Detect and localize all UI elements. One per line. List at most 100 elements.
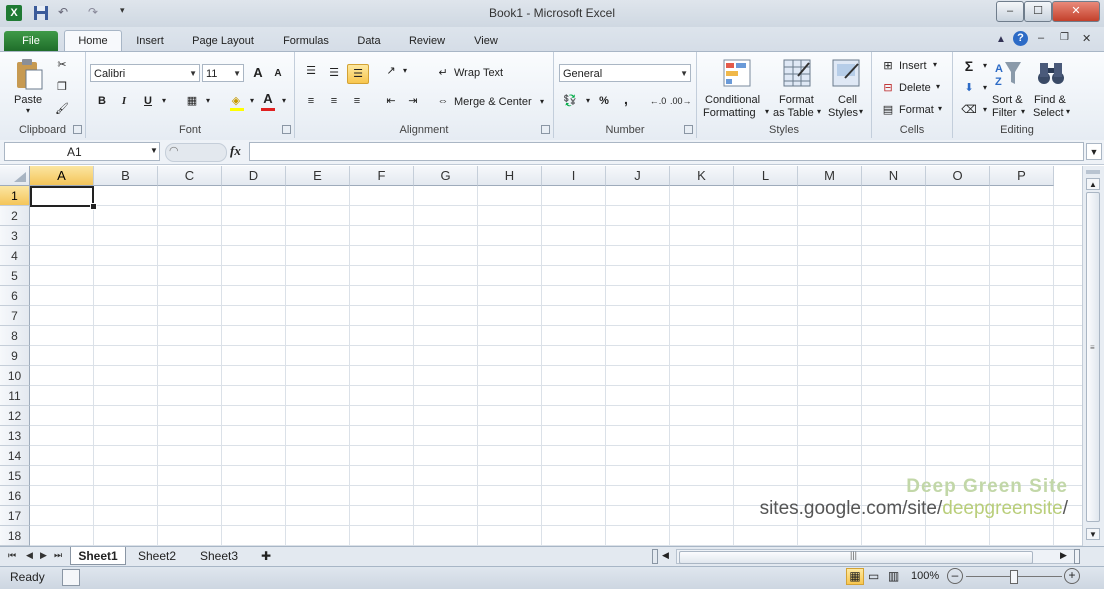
sort-filter-label-2[interactable]: Filter <box>992 107 1016 119</box>
next-sheet-icon[interactable]: ▶ <box>40 550 47 561</box>
tab-formulas[interactable]: Formulas <box>274 31 338 51</box>
column-header-p[interactable]: P <box>990 166 1054 186</box>
format-dropdown-icon[interactable]: ▾ <box>938 104 942 113</box>
doc-minimize-icon[interactable]: – <box>1038 32 1044 44</box>
column-header-i[interactable]: I <box>542 166 606 186</box>
align-center-icon[interactable]: ≡ <box>324 92 344 110</box>
close-button[interactable]: ✕ <box>1052 1 1100 22</box>
tab-review[interactable]: Review <box>400 31 454 51</box>
shrink-font-button[interactable]: A <box>268 65 288 83</box>
align-right-icon[interactable]: ≡ <box>347 92 367 110</box>
comma-button[interactable]: , <box>616 90 636 108</box>
horizontal-scrollbar[interactable]: ||| <box>676 549 1080 564</box>
column-header-n[interactable]: N <box>862 166 926 186</box>
expand-formula-bar-icon[interactable]: ▼ <box>1086 143 1102 160</box>
chevron-down-icon[interactable]: ▼ <box>150 146 158 155</box>
autosum-dropdown-icon[interactable]: ▾ <box>975 57 995 75</box>
page-layout-view-icon[interactable]: ▭ <box>868 569 879 583</box>
insert-dropdown-icon[interactable]: ▾ <box>933 60 937 69</box>
paste-icon[interactable] <box>14 58 44 90</box>
grow-font-button[interactable]: A <box>248 64 268 82</box>
column-header-l[interactable]: L <box>734 166 798 186</box>
row-header-6[interactable]: 6 <box>0 286 30 306</box>
sort-filter-label-1[interactable]: Sort & <box>992 94 1023 106</box>
row-header-9[interactable]: 9 <box>0 346 30 366</box>
scroll-left-icon[interactable]: ◀ <box>662 550 669 561</box>
decrease-decimal-icon[interactable]: .00→ <box>670 92 692 110</box>
delete-dropdown-icon[interactable]: ▾ <box>936 82 940 91</box>
sheet-tab-2[interactable]: Sheet2 <box>128 547 186 565</box>
column-header-o[interactable]: O <box>926 166 990 186</box>
row-header-4[interactable]: 4 <box>0 246 30 266</box>
bold-button[interactable]: B <box>92 92 112 110</box>
merge-center-button[interactable]: Merge & Center <box>454 96 532 108</box>
doc-restore-icon[interactable]: ❐ <box>1060 32 1069 43</box>
insert-cells-icon[interactable]: ⊞ <box>878 57 898 75</box>
hsplit-handle[interactable] <box>1074 549 1080 564</box>
sort-filter-icon[interactable]: AZ <box>993 58 1023 88</box>
paste-button[interactable]: Paste <box>14 94 42 106</box>
row-header-13[interactable]: 13 <box>0 426 30 446</box>
tab-home[interactable]: Home <box>64 30 122 52</box>
tab-data[interactable]: Data <box>348 31 390 51</box>
zoom-in-icon[interactable]: + <box>1064 568 1080 584</box>
column-header-a[interactable]: A <box>30 166 94 186</box>
align-middle-icon[interactable]: ☰ <box>324 64 344 82</box>
cut-icon[interactable]: ✂ <box>52 56 72 74</box>
row-header-16[interactable]: 16 <box>0 486 30 506</box>
font-color-dropdown-icon[interactable]: ▾ <box>274 92 294 110</box>
format-table-dropdown-icon[interactable]: ▾ <box>817 107 821 116</box>
clipboard-launcher-icon[interactable] <box>73 125 82 134</box>
cell-styles-icon[interactable] <box>831 58 861 88</box>
macro-record-icon[interactable] <box>62 569 80 586</box>
row-header-3[interactable]: 3 <box>0 226 30 246</box>
help-icon[interactable]: ? <box>1013 31 1028 46</box>
row-header-1[interactable]: 1 <box>0 186 30 206</box>
last-sheet-icon[interactable]: ⏭ <box>54 550 62 561</box>
tab-view[interactable]: View <box>464 31 508 51</box>
accounting-format-icon[interactable]: 💱 <box>560 92 580 110</box>
align-bottom-icon[interactable]: ☰ <box>347 64 369 84</box>
fill-handle[interactable] <box>90 203 97 210</box>
orientation-dropdown-icon[interactable]: ▾ <box>395 62 415 80</box>
increase-indent-icon[interactable]: ⇥ <box>403 92 423 110</box>
row-header-11[interactable]: 11 <box>0 386 30 406</box>
format-painter-icon[interactable]: 🖌 <box>52 100 72 118</box>
minimize-ribbon-icon[interactable]: ▲ <box>996 34 1006 45</box>
insert-sheet-icon[interactable]: ✚ <box>252 547 280 565</box>
row-header-7[interactable]: 7 <box>0 306 30 326</box>
doc-close-icon[interactable]: ✕ <box>1082 32 1091 45</box>
row-header-10[interactable]: 10 <box>0 366 30 386</box>
format-cells-button[interactable]: Format <box>899 104 934 116</box>
scroll-down-icon[interactable]: ▼ <box>1086 528 1100 540</box>
normal-view-icon[interactable]: ▦ <box>846 568 864 585</box>
column-header-k[interactable]: K <box>670 166 734 186</box>
sheet-tab-3[interactable]: Sheet3 <box>190 547 248 565</box>
insert-function-button[interactable]: fx <box>230 143 241 159</box>
italic-button[interactable]: I <box>114 92 134 110</box>
delete-cells-icon[interactable]: ⊟ <box>878 79 898 97</box>
vertical-scroll-thumb[interactable]: ≡ <box>1086 192 1100 522</box>
sort-filter-dropdown-icon[interactable]: ▾ <box>1021 107 1025 116</box>
borders-dropdown-icon[interactable]: ▾ <box>198 92 218 110</box>
tab-insert[interactable]: Insert <box>126 31 174 51</box>
format-as-table-label-1[interactable]: Format <box>779 94 814 106</box>
row-header-18[interactable]: 18 <box>0 526 30 546</box>
row-header-14[interactable]: 14 <box>0 446 30 466</box>
tab-page-layout[interactable]: Page Layout <box>184 31 262 51</box>
merge-dropdown-icon[interactable]: ▾ <box>540 97 544 106</box>
merge-center-icon[interactable]: ⇔ <box>433 92 453 110</box>
wrap-text-icon[interactable]: ↵ <box>433 64 453 82</box>
conditional-formatting-label-1[interactable]: Conditional <box>705 94 760 106</box>
conditional-formatting-label-2[interactable]: Formatting <box>703 107 756 119</box>
format-as-table-icon[interactable] <box>782 58 812 88</box>
find-select-dropdown-icon[interactable]: ▾ <box>1066 107 1070 116</box>
zoom-level[interactable]: 100% <box>911 570 939 582</box>
format-as-table-label-2[interactable]: as Table <box>773 107 814 119</box>
formula-input[interactable] <box>249 142 1084 161</box>
font-name-combo[interactable]: Calibri ▼ <box>90 64 200 82</box>
row-header-15[interactable]: 15 <box>0 466 30 486</box>
column-header-h[interactable]: H <box>478 166 542 186</box>
align-top-icon[interactable]: ☰ <box>301 62 321 80</box>
column-header-m[interactable]: M <box>798 166 862 186</box>
